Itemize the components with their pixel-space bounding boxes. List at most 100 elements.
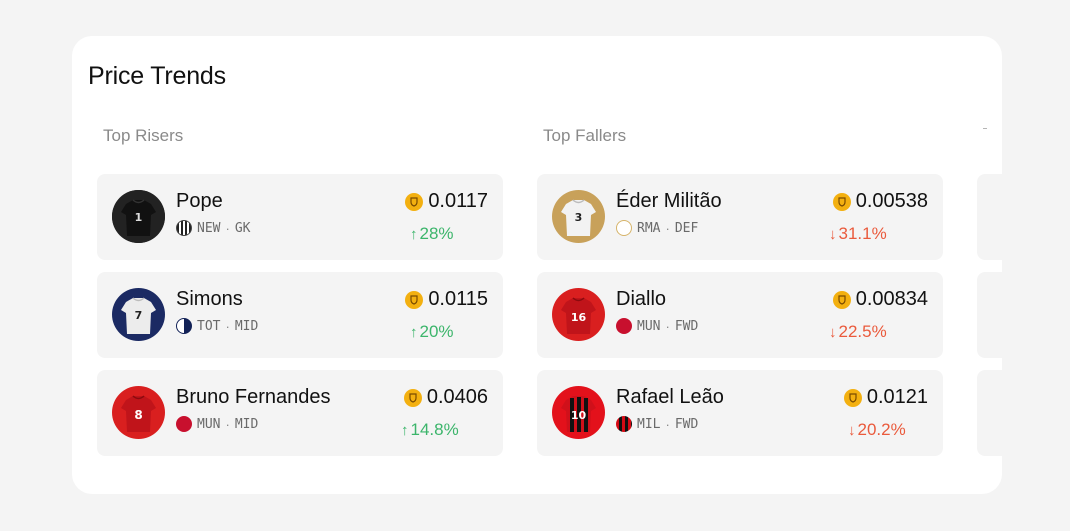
player-price: 0.00538	[832, 190, 928, 213]
player-avatar: 7	[112, 288, 165, 341]
player-name: Rafael Leão	[616, 386, 724, 408]
player-row-partial[interactable]	[977, 174, 1002, 260]
price-value: 0.0117	[428, 190, 488, 212]
player-price: 0.0117	[405, 190, 488, 213]
player-position: MID	[234, 416, 259, 432]
svg-text:7: 7	[135, 309, 143, 322]
meta-separator: ·	[665, 318, 670, 334]
player-price: 0.00834	[832, 288, 928, 311]
meta-separator: ·	[665, 416, 670, 432]
player-row-diallo[interactable]: 16 Diallo MUN · FWD 0.00834 ↓ 22.5%	[537, 272, 943, 358]
page-title: Price Trends	[88, 62, 226, 90]
club-badge-icon	[176, 416, 192, 432]
player-row-partial[interactable]	[977, 272, 1002, 358]
player-meta: MUN · FWD	[616, 318, 698, 334]
player-price: 0.0121	[843, 386, 928, 409]
player-row-pope[interactable]: 1 Pope NEW · GK 0.0117 ↑ 28%	[97, 174, 503, 260]
price-change: ↑ 20%	[410, 322, 454, 342]
coin-icon	[843, 388, 862, 407]
change-value: 28%	[419, 224, 454, 243]
coin-icon	[405, 192, 424, 211]
more-section-title	[983, 128, 1002, 152]
top-risers-section: Top Risers 1 Pope NEW · GK 0.0117 ↑ 28% …	[97, 124, 503, 456]
price-value: 0.0406	[426, 386, 488, 408]
change-value: 20%	[419, 322, 454, 341]
arrow-down-icon: ↓	[848, 422, 856, 439]
player-row-simons[interactable]: 7 Simons TOT · MID 0.0115 ↑ 20%	[97, 272, 503, 358]
change-value: 14.8%	[410, 420, 459, 439]
price-change: ↓ 31.1%	[829, 224, 887, 244]
price-value: 0.0115	[428, 288, 488, 310]
player-meta: MIL · FWD	[616, 416, 698, 432]
player-position: FWD	[674, 318, 699, 334]
meta-separator: ·	[225, 220, 230, 236]
player-meta: NEW · GK	[176, 220, 250, 236]
player-name: Diallo	[616, 288, 667, 310]
club-badge-icon	[616, 318, 632, 334]
price-change: ↑ 28%	[410, 224, 454, 244]
arrow-down-icon: ↓	[829, 226, 837, 243]
player-club: TOT	[197, 318, 221, 334]
arrow-up-icon: ↑	[410, 226, 418, 243]
player-meta: MUN · MID	[176, 416, 258, 432]
club-badge-icon	[176, 318, 192, 334]
svg-text:8: 8	[134, 408, 142, 422]
top-fallers-section: Top Fallers 3 Éder Militão RMA · DEF 0.0…	[537, 124, 943, 456]
meta-separator: ·	[225, 318, 230, 334]
change-value: 20.2%	[857, 420, 906, 439]
coin-icon	[403, 388, 422, 407]
player-meta: TOT · MID	[176, 318, 258, 334]
coin-icon	[832, 192, 851, 211]
meta-separator: ·	[665, 220, 670, 236]
player-avatar: 8	[112, 386, 165, 439]
player-row-bruno-fernandes[interactable]: 8 Bruno Fernandes MUN · MID 0.0406 ↑ 14.8…	[97, 370, 503, 456]
player-meta: RMA · DEF	[616, 220, 698, 236]
svg-text:10: 10	[571, 409, 587, 422]
player-name: Pope	[176, 190, 223, 212]
player-club: MUN	[197, 416, 221, 432]
arrow-up-icon: ↑	[410, 324, 418, 341]
player-position: DEF	[674, 220, 699, 236]
club-badge-icon	[616, 220, 632, 236]
price-value: 0.00538	[855, 190, 928, 212]
player-position: GK	[234, 220, 251, 236]
more-section-partial	[977, 124, 1002, 456]
player-avatar: 16	[552, 288, 605, 341]
player-avatar: 10	[552, 386, 605, 439]
player-avatar: 3	[552, 190, 605, 243]
player-club: MIL	[637, 416, 661, 432]
top-risers-title: Top Risers	[103, 126, 184, 145]
player-club: RMA	[637, 220, 661, 236]
top-fallers-title: Top Fallers	[543, 126, 627, 145]
price-value: 0.0121	[866, 386, 928, 408]
price-value: 0.00834	[855, 288, 928, 310]
change-value: 31.1%	[838, 224, 887, 243]
svg-text:3: 3	[575, 211, 583, 224]
player-row-partial[interactable]	[977, 370, 1002, 456]
price-change: ↑ 14.8%	[401, 420, 459, 440]
price-change: ↓ 22.5%	[829, 322, 887, 342]
player-avatar: 1	[112, 190, 165, 243]
club-badge-icon	[616, 416, 632, 432]
player-row-eder-militao[interactable]: 3 Éder Militão RMA · DEF 0.00538 ↓ 31.1%	[537, 174, 943, 260]
arrow-up-icon: ↑	[401, 422, 409, 439]
coin-icon	[832, 290, 851, 309]
price-trends-card: Price Trends Top Risers 1 Pope NEW · GK …	[72, 36, 1002, 494]
change-value: 22.5%	[838, 322, 887, 341]
player-club: MUN	[637, 318, 661, 334]
player-name: Simons	[176, 288, 243, 310]
player-row-rafael-leao[interactable]: 10 Rafael Leão MIL · FWD 0.0121 ↓ 20.2%	[537, 370, 943, 456]
player-position: FWD	[674, 416, 699, 432]
club-badge-icon	[176, 220, 192, 236]
svg-text:16: 16	[571, 311, 587, 324]
player-price: 0.0406	[403, 386, 488, 409]
player-name: Éder Militão	[616, 190, 722, 212]
player-price: 0.0115	[405, 288, 488, 311]
meta-separator: ·	[225, 416, 230, 432]
player-position: MID	[234, 318, 259, 334]
arrow-down-icon: ↓	[829, 324, 837, 341]
price-change: ↓ 20.2%	[848, 420, 906, 440]
player-name: Bruno Fernandes	[176, 386, 331, 408]
player-club: NEW	[197, 220, 221, 236]
svg-text:1: 1	[135, 211, 143, 224]
